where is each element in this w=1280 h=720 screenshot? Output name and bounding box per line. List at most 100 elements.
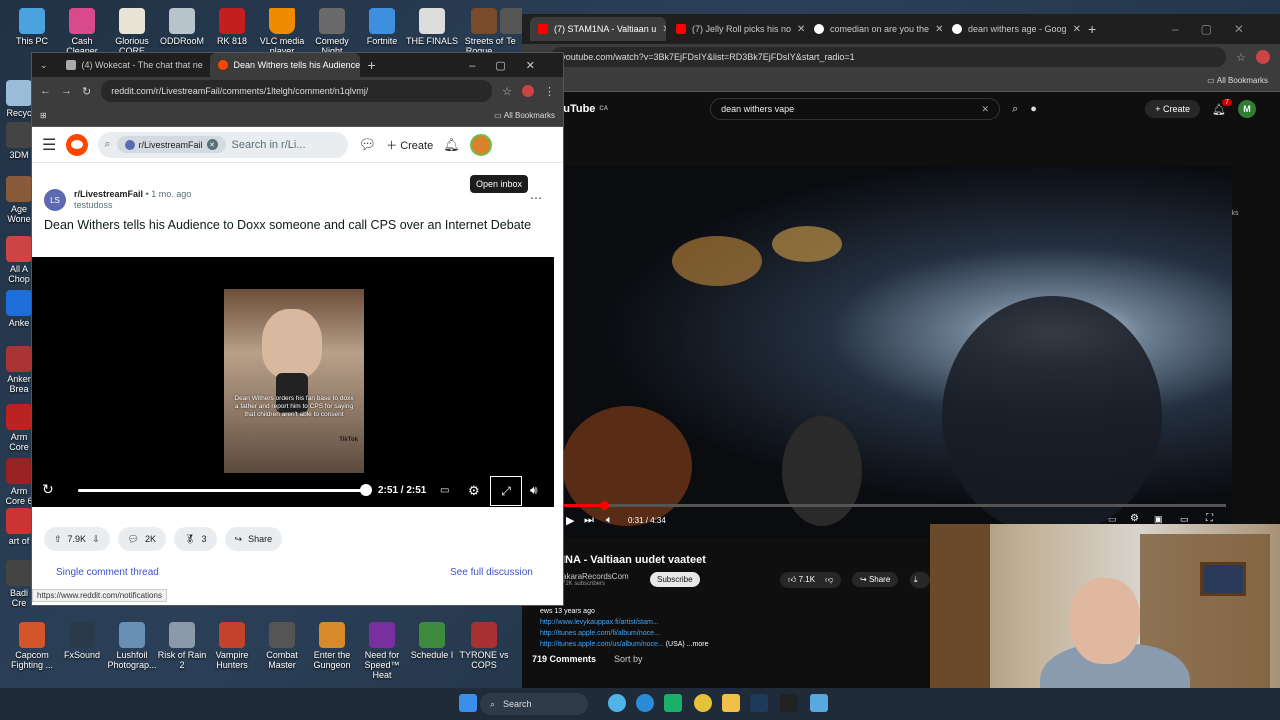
video-description[interactable]: ews 13 years ago http://www.levykauppax.… [540,606,930,650]
description-link[interactable]: http://itunes.apple.com/fi/album/noce... [540,628,930,639]
post-options-icon[interactable]: ⋯ [530,191,542,205]
remove-chip-icon[interactable]: ✕ [206,139,218,150]
close-icon[interactable]: ✕ [1073,24,1080,35]
close-icon[interactable]: ✕ [797,24,804,35]
all-bookmarks-button[interactable]: All Bookmarks [504,111,555,120]
settings-icon[interactable]: ⚙ [1130,513,1139,524]
xbox-icon[interactable] [664,694,682,712]
desktop-icon-enter-the-gungeon[interactable]: Enter the Gungeon [306,622,358,670]
youtube-video-player[interactable] [522,166,1232,538]
file-explorer-icon[interactable] [722,694,740,712]
window-controls[interactable]: –▢✕ [469,59,555,72]
desktop-icon-art-of[interactable]: art of [4,508,34,546]
tab-list-icon[interactable]: ⌄ [40,60,48,71]
close-icon[interactable]: ✕ [662,24,666,35]
desktop-icon-te[interactable]: Te [500,8,522,46]
chrome-icon[interactable] [694,694,712,712]
create-button[interactable]: + Create [1145,100,1201,118]
desktop-icon-rk818[interactable]: RK 818 [206,8,258,46]
tab-youtube-stamina[interactable]: (7) STAM1NA - Valtiaan u ✕ [530,17,666,41]
notifications-icon[interactable]: 🔔︎ 7 [1212,98,1232,116]
volume-icon[interactable]: 🔊︎ [530,483,538,498]
desktop-icon-lushfoil[interactable]: Lushfoil Photograp... [106,622,158,670]
reddit-video-progress[interactable] [78,489,366,492]
new-tab-button[interactable]: + [368,57,376,73]
apps-icon[interactable]: ⊞ [40,111,47,120]
like-button[interactable]: 👍︎ 7.1K 👎︎ [780,572,842,588]
play-icon[interactable]: ▶ [566,514,574,527]
desktop-icon-risk-of-rain[interactable]: Risk of Rain 2 [156,622,208,670]
taskbar-search[interactable]: ⌕ Search [480,693,588,715]
star-icon[interactable]: ☆ [1236,51,1246,64]
sort-button[interactable]: Sort by [614,654,643,664]
download-button[interactable]: ⤓ [910,572,930,588]
subreddit-search-chip[interactable]: r/LivestreamFail ✕ [116,136,226,153]
subscribe-button[interactable]: Subscribe [650,572,700,587]
account-avatar[interactable]: M [1238,100,1256,118]
desktop-icon-recycle[interactable]: Recyc [4,80,34,118]
window-controls[interactable]: –▢✕ [1172,22,1266,36]
description-link[interactable]: http://www.levykauppax.fi/artist/stam... [540,617,930,628]
description-link[interactable]: http://itunes.apple.com/us/album/noce... [540,641,664,648]
downvote-icon[interactable]: ⇩ [92,534,100,545]
captions-icon[interactable]: ▭ [440,485,449,496]
desktop-icon-schedule-i[interactable]: Schedule I [406,622,458,660]
desktop-icon-combat-master[interactable]: Combat Master [256,622,308,670]
all-bookmarks-button[interactable]: All Bookmarks [1217,76,1268,85]
desktop-icon-nfs-heat[interactable]: Need for Speed™ Heat [356,622,408,680]
app-icon[interactable] [810,694,828,712]
desktop-icon-tyrone-vs-cops[interactable]: TYRONE vs COPS [458,622,510,670]
description-more[interactable]: (USA) ...more [666,641,709,648]
youtube-search-input[interactable]: dean withers vape ✕ [710,98,1001,120]
profile-icon[interactable] [1256,50,1270,64]
desktop-icon-vlc[interactable]: VLC media player [256,8,308,56]
search-icon[interactable]: ⌕ [1012,103,1018,116]
desktop-icon-anker-break[interactable]: Anker Brea [4,346,34,394]
reddit-video-scrubber[interactable] [360,484,372,496]
desktop-icon-armored-core-6[interactable]: Arm Core 6 [4,458,34,506]
desktop-icon-anker[interactable]: Anke [4,290,34,328]
desktop-icon-fxsound[interactable]: FxSound [56,622,108,660]
share-button[interactable]: ↪ Share [224,527,283,551]
menu-icon[interactable]: ⋮ [544,85,555,98]
thumbs-down-icon[interactable]: 👎︎ [825,575,833,584]
desktop-icon-vampire-hunters[interactable]: Vampire Hunters [206,622,258,670]
subreddit-icon[interactable]: LS [44,189,66,211]
reddit-logo[interactable] [66,133,89,156]
volume-icon[interactable]: 🔈︎ [606,514,613,527]
star-icon[interactable]: ☆ [502,85,512,98]
tab-reddit-dean-withers[interactable]: Dean Withers tells his Audience✕ [209,53,360,77]
settings-icon[interactable]: ⚙ [468,483,480,499]
see-full-discussion-link[interactable]: See full discussion [450,567,533,578]
steam-icon[interactable] [750,694,768,712]
progress-scrubber[interactable] [599,501,609,510]
comments-button[interactable]: 💬︎ 2K [117,527,167,551]
desktop-icon-the-finals[interactable]: THE FINALS [406,8,458,46]
desktop-icon-age[interactable]: Age Wone [4,176,34,224]
award-button[interactable]: 🏅︎ 3 [174,527,217,551]
desktop-icon-badi[interactable]: Badi Cre [4,560,34,608]
user-avatar[interactable] [469,133,492,156]
create-post-button[interactable]: ＋ Create [386,137,433,153]
tab-wokecat[interactable]: (4) Wokecat - The chat that ne✕ [58,53,208,77]
desktop-icon-glorious[interactable]: Glorious CORE [106,8,158,56]
inbox-bell-icon[interactable]: 🔔︎ [443,137,460,153]
upvote-icon[interactable]: ⇧ [54,534,62,545]
windows-start-icon[interactable] [459,694,477,712]
youtube-progress-bar[interactable] [564,501,1226,510]
channel-info[interactable]: akaraRecordsCom 72K subscribers [562,572,629,587]
desktop-icon-3dm[interactable]: 3DM [4,122,34,160]
url-field[interactable]: reddit.com/r/LivestreamFail/comments/1lt… [101,80,493,102]
url-field[interactable]: youtube.com/watch?v=3Bk7EjFDsIY&list=RD3… [551,47,1227,67]
back-icon[interactable]: ← [40,85,51,97]
desktop-icon-capcom[interactable]: Capcom Fighting ... [6,622,58,670]
next-icon[interactable]: ⏭ [584,514,594,527]
microphone-icon[interactable]: ● [1030,103,1037,115]
tab-youtube-jelly-roll[interactable]: (7) Jelly Roll picks his no ✕ [668,17,804,41]
reload-icon[interactable]: ↻ [82,85,91,98]
fullscreen-icon[interactable]: ⛶ [1206,513,1213,524]
desktop-icon-fortnite[interactable]: Fortnite [356,8,408,46]
tab-google-comedian[interactable]: comedian on are you the ✕ [806,17,942,41]
single-comment-thread-link[interactable]: Single comment thread [56,567,159,578]
replay-icon[interactable]: ↻ [42,481,54,498]
